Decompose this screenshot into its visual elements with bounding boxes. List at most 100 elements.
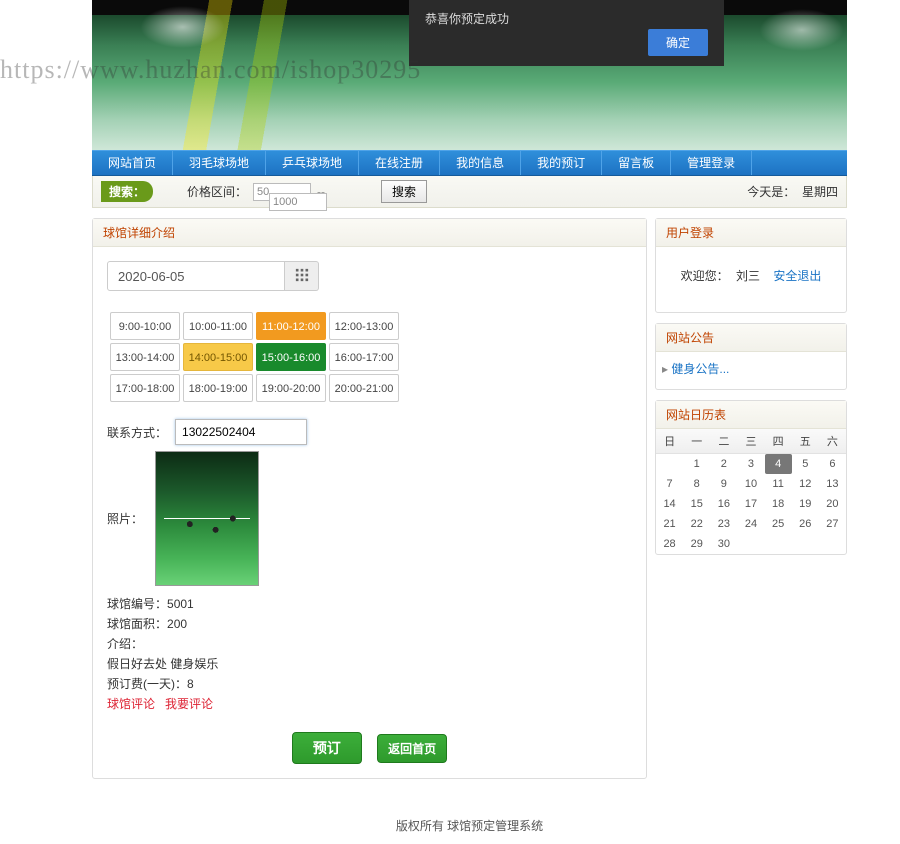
calendar-day[interactable]: 9 <box>710 474 737 494</box>
timeslot-button[interactable]: 13:00-14:00 <box>110 343 180 371</box>
calendar-day <box>819 534 846 554</box>
calendar-day[interactable]: 26 <box>792 514 819 534</box>
write-comment-link[interactable]: 我要评论 <box>165 697 213 711</box>
today-text: 今天是： 星期四 <box>747 183 838 200</box>
calendar-icon <box>295 268 309 285</box>
timeslot-button[interactable]: 18:00-19:00 <box>183 374 253 402</box>
nav-home[interactable]: 网站首页 <box>92 151 173 175</box>
calendar-day[interactable]: 19 <box>792 494 819 514</box>
calendar-day <box>737 534 764 554</box>
calendar-day[interactable]: 12 <box>792 474 819 494</box>
calendar-dow: 五 <box>792 429 819 454</box>
date-input[interactable] <box>107 261 285 291</box>
calendar-day[interactable]: 4 <box>765 454 792 475</box>
timeslot-button[interactable]: 11:00-12:00 <box>256 312 326 340</box>
calendar-day[interactable]: 25 <box>765 514 792 534</box>
search-button[interactable]: 搜索 <box>381 180 427 203</box>
calendar-day[interactable]: 7 <box>656 474 683 494</box>
calendar-day[interactable]: 28 <box>656 534 683 554</box>
venue-comments-link[interactable]: 球馆评论 <box>107 697 155 711</box>
venue-info: 球馆编号：5001 球馆面积：200 介绍： 假日好去处 健身娱乐 预订费(一天… <box>107 594 632 714</box>
price-range-label: 价格区间： <box>187 183 247 200</box>
current-user: 刘三 <box>736 269 760 283</box>
timeslot-button[interactable]: 9:00-10:00 <box>110 312 180 340</box>
calendar-day[interactable]: 15 <box>683 494 710 514</box>
notice-bullet-icon: ▸ <box>662 362 668 376</box>
contact-label: 联系方式： <box>107 424 167 441</box>
timeslot-button[interactable]: 14:00-15:00 <box>183 343 253 371</box>
calendar-day[interactable]: 23 <box>710 514 737 534</box>
timeslot-button[interactable]: 10:00-11:00 <box>183 312 253 340</box>
venue-panel-title: 球馆详细介绍 <box>93 219 646 247</box>
timeslot-button[interactable]: 15:00-16:00 <box>256 343 326 371</box>
calendar-day[interactable]: 24 <box>737 514 764 534</box>
calendar-day[interactable]: 18 <box>765 494 792 514</box>
nav-pingpong[interactable]: 乒乓球场地 <box>266 151 359 175</box>
footer-text: 版权所有 球馆预定管理系统 <box>92 817 847 834</box>
calendar-day[interactable]: 17 <box>737 494 764 514</box>
calendar-table: 日一二三四五六123456789101112131415161718192021… <box>656 429 846 554</box>
price-to-input[interactable] <box>269 193 327 211</box>
calendar-day[interactable]: 22 <box>683 514 710 534</box>
calendar-day <box>792 534 819 554</box>
calendar-dow: 一 <box>683 429 710 454</box>
calendar-panel: 网站日历表 日一二三四五六123456789101112131415161718… <box>655 400 847 555</box>
calendar-day[interactable]: 20 <box>819 494 846 514</box>
calendar-panel-title: 网站日历表 <box>656 401 846 429</box>
timeslot-button[interactable]: 12:00-13:00 <box>329 312 399 340</box>
hero-banner: 恭喜你预定成功 确定 <box>92 0 847 150</box>
photo-label: 照片： <box>107 510 143 527</box>
calendar-day[interactable]: 11 <box>765 474 792 494</box>
calendar-day[interactable]: 21 <box>656 514 683 534</box>
nav-mybooking[interactable]: 我的预订 <box>521 151 602 175</box>
calendar-day[interactable]: 16 <box>710 494 737 514</box>
back-home-button[interactable]: 返回首页 <box>377 734 447 763</box>
modal-ok-button[interactable]: 确定 <box>648 29 708 56</box>
calendar-day[interactable]: 30 <box>710 534 737 554</box>
venue-photo <box>155 451 259 586</box>
venue-detail-panel: 球馆详细介绍 9:00-10:0010:00-11:0011:00-12:001… <box>92 218 647 779</box>
logout-link[interactable]: 安全退出 <box>773 269 821 283</box>
notice-panel-title: 网站公告 <box>656 324 846 352</box>
calendar-day[interactable]: 2 <box>710 454 737 475</box>
nav-myinfo[interactable]: 我的信息 <box>440 151 521 175</box>
success-modal: 恭喜你预定成功 确定 <box>409 0 724 66</box>
reserve-button[interactable]: 预订 <box>292 732 362 764</box>
nav-admin[interactable]: 管理登录 <box>671 151 752 175</box>
contact-input[interactable] <box>175 419 307 445</box>
calendar-day[interactable]: 27 <box>819 514 846 534</box>
timeslot-button[interactable]: 19:00-20:00 <box>256 374 326 402</box>
modal-message: 恭喜你预定成功 <box>425 10 708 27</box>
timeslot-button[interactable]: 16:00-17:00 <box>329 343 399 371</box>
nav-guestbook[interactable]: 留言板 <box>602 151 671 175</box>
calendar-dow: 六 <box>819 429 846 454</box>
calendar-day[interactable]: 1 <box>683 454 710 475</box>
calendar-day[interactable]: 3 <box>737 454 764 475</box>
calendar-day[interactable]: 5 <box>792 454 819 475</box>
calendar-day[interactable]: 14 <box>656 494 683 514</box>
calendar-picker-button[interactable] <box>285 261 319 291</box>
calendar-day <box>656 454 683 475</box>
timeslot-button[interactable]: 17:00-18:00 <box>110 374 180 402</box>
login-panel-title: 用户登录 <box>656 219 846 247</box>
calendar-dow: 三 <box>737 429 764 454</box>
nav-badminton[interactable]: 羽毛球场地 <box>173 151 266 175</box>
search-toolbar: 搜索： 价格区间： -- 搜索 今天是： 星期四 <box>92 176 847 208</box>
calendar-day[interactable]: 13 <box>819 474 846 494</box>
notice-item-link[interactable]: 健身公告... <box>671 362 729 376</box>
nav-register[interactable]: 在线注册 <box>359 151 440 175</box>
calendar-day[interactable]: 8 <box>683 474 710 494</box>
search-chip: 搜索： <box>101 181 153 202</box>
calendar-dow: 二 <box>710 429 737 454</box>
main-nav: 网站首页 羽毛球场地 乒乓球场地 在线注册 我的信息 我的预订 留言板 管理登录 <box>92 150 847 176</box>
notice-panel: 网站公告 ▸ 健身公告... <box>655 323 847 390</box>
welcome-label: 欢迎您： <box>681 269 729 283</box>
calendar-dow: 四 <box>765 429 792 454</box>
calendar-day <box>765 534 792 554</box>
timeslot-grid: 9:00-10:0010:00-11:0011:00-12:0012:00-13… <box>107 309 402 405</box>
calendar-day[interactable]: 10 <box>737 474 764 494</box>
calendar-day[interactable]: 29 <box>683 534 710 554</box>
calendar-dow: 日 <box>656 429 683 454</box>
timeslot-button[interactable]: 20:00-21:00 <box>329 374 399 402</box>
calendar-day[interactable]: 6 <box>819 454 846 475</box>
